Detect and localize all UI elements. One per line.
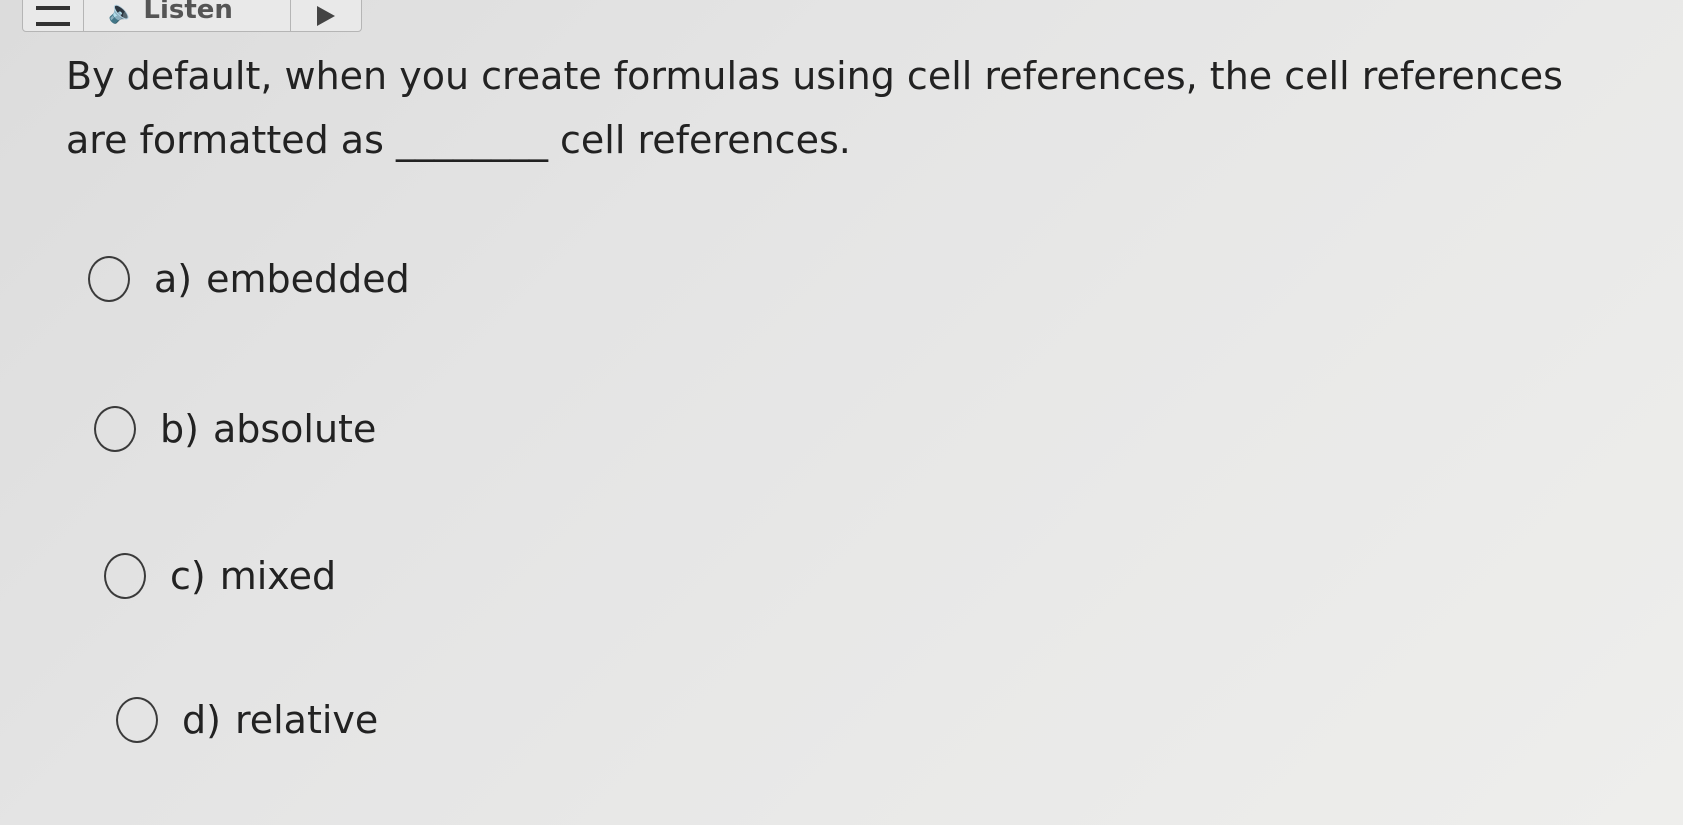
listen-toolbar: 🔈 Listen xyxy=(22,0,362,32)
option-letter: b) xyxy=(160,407,199,451)
option-b[interactable]: b) absolute xyxy=(94,406,376,452)
option-label: embedded xyxy=(206,257,410,301)
option-letter: a) xyxy=(154,257,193,301)
menu-button[interactable] xyxy=(23,0,84,31)
option-letter: c) xyxy=(170,554,206,598)
hamburger-icon xyxy=(36,6,70,26)
radio-button-b[interactable] xyxy=(94,406,136,452)
option-label: mixed xyxy=(219,554,337,598)
option-letter: d) xyxy=(182,698,221,742)
play-button[interactable] xyxy=(291,0,361,31)
play-icon xyxy=(317,6,335,26)
radio-button-c[interactable] xyxy=(104,553,146,599)
radio-button-d[interactable] xyxy=(116,697,158,743)
option-label: absolute xyxy=(212,407,377,451)
listen-label: Listen xyxy=(143,0,233,25)
question-text: By default, when you create formulas usi… xyxy=(66,54,1563,162)
listen-button[interactable]: 🔈 Listen xyxy=(84,0,291,31)
option-d[interactable]: d) relative xyxy=(116,697,378,743)
speaker-icon: 🔈 xyxy=(108,0,136,25)
option-a[interactable]: a) embedded xyxy=(88,256,410,302)
option-label: relative xyxy=(234,698,379,742)
option-c[interactable]: c) mixed xyxy=(104,553,336,599)
radio-button-a[interactable] xyxy=(88,256,130,302)
